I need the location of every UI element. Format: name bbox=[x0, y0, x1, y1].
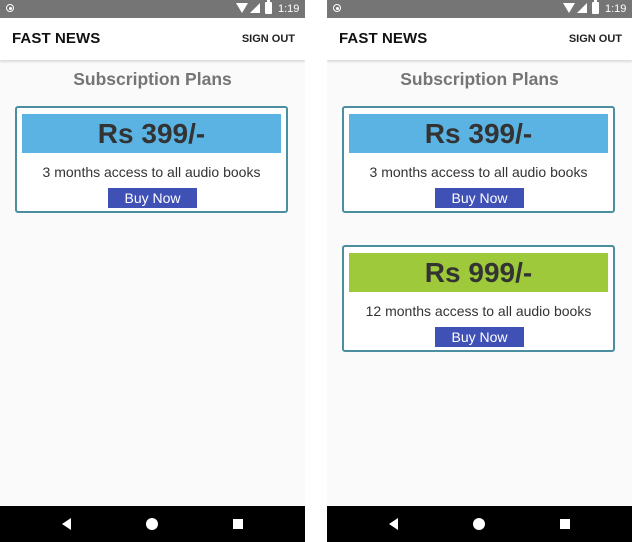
back-icon[interactable] bbox=[62, 518, 71, 530]
buy-now-button[interactable]: Buy Now bbox=[435, 188, 524, 208]
home-icon[interactable] bbox=[146, 518, 158, 530]
notification-dot-icon bbox=[333, 4, 341, 12]
plan-card: Rs 999/- 12 months access to all audio b… bbox=[342, 245, 615, 352]
page-title: Subscription Plans bbox=[400, 69, 559, 89]
status-bar: 1:19 bbox=[327, 0, 632, 18]
plan-description: 3 months access to all audio books bbox=[42, 164, 261, 180]
status-time: 1:19 bbox=[278, 3, 300, 15]
plan-price: Rs 999/- bbox=[349, 253, 608, 292]
recents-icon[interactable] bbox=[560, 519, 570, 529]
phone-screen-left: 1:19 FAST NEWS SIGN OUT Subscription Pla… bbox=[0, 0, 305, 542]
navigation-bar bbox=[327, 506, 632, 542]
home-icon[interactable] bbox=[473, 518, 485, 530]
app-toolbar: FAST NEWS SIGN OUT bbox=[327, 18, 632, 60]
navigation-bar bbox=[0, 506, 305, 542]
sign-out-button[interactable]: SIGN OUT bbox=[242, 33, 295, 45]
notification-dot-icon bbox=[6, 4, 14, 12]
back-icon[interactable] bbox=[389, 518, 398, 530]
sign-out-button[interactable]: SIGN OUT bbox=[569, 33, 622, 45]
plan-card: Rs 399/- 3 months access to all audio bo… bbox=[15, 106, 288, 213]
phone-screen-right: 1:19 FAST NEWS SIGN OUT Subscription Pla… bbox=[327, 0, 632, 542]
page-title: Subscription Plans bbox=[73, 69, 232, 89]
app-title: FAST NEWS bbox=[12, 30, 101, 47]
signal-icon bbox=[577, 3, 587, 13]
plan-description: 3 months access to all audio books bbox=[369, 164, 588, 180]
plan-price: Rs 399/- bbox=[22, 114, 281, 153]
plan-card: Rs 399/- 3 months access to all audio bo… bbox=[342, 106, 615, 213]
signal-icon bbox=[250, 3, 260, 13]
battery-icon bbox=[265, 0, 272, 14]
buy-now-button[interactable]: Buy Now bbox=[108, 188, 197, 208]
plan-price: Rs 399/- bbox=[349, 114, 608, 153]
plan-description: 12 months access to all audio books bbox=[365, 303, 592, 319]
wifi-icon bbox=[236, 3, 248, 13]
wifi-icon bbox=[563, 3, 575, 13]
app-toolbar: FAST NEWS SIGN OUT bbox=[0, 18, 305, 60]
recents-icon[interactable] bbox=[233, 519, 243, 529]
buy-now-button[interactable]: Buy Now bbox=[435, 327, 524, 347]
status-time: 1:19 bbox=[605, 3, 627, 15]
app-title: FAST NEWS bbox=[339, 30, 428, 47]
status-bar: 1:19 bbox=[0, 0, 305, 18]
battery-icon bbox=[592, 0, 599, 14]
